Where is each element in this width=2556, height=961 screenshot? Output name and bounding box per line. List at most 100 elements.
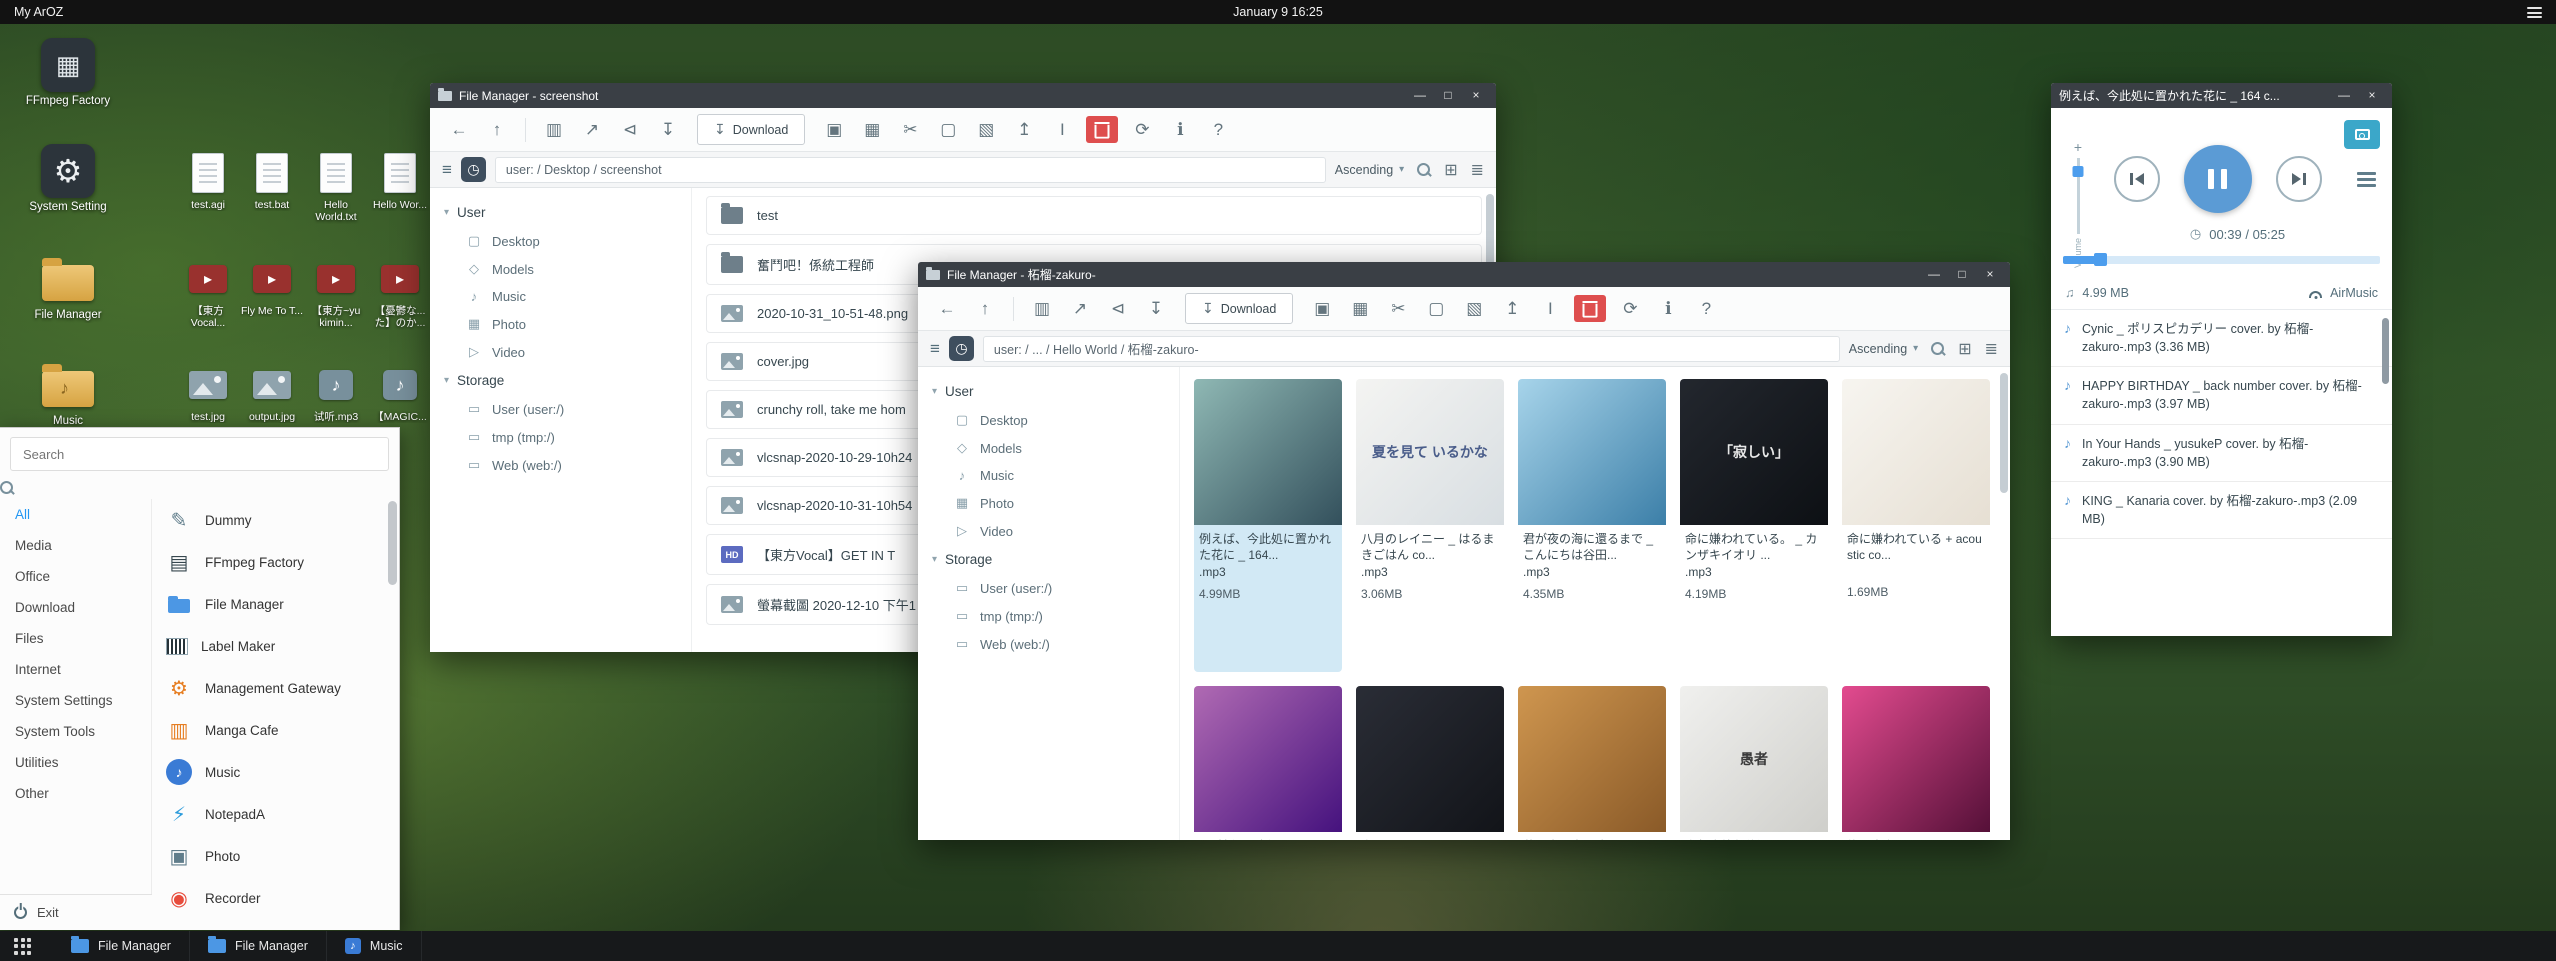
list-view-icon[interactable]: ≣ (1471, 160, 1484, 180)
volume-slider[interactable]: + Volume (2063, 140, 2093, 268)
startmenu-category[interactable]: System Tools (0, 716, 151, 747)
minimize-button[interactable]: — (1408, 83, 1432, 108)
startmenu-scrollbar[interactable] (388, 501, 397, 585)
upload-button[interactable]: ↥ (1495, 294, 1529, 324)
grid-file-tile[interactable]: 薄ら氷心中 _ 春とス... (1518, 686, 1666, 840)
taskbar-task[interactable]: Music (327, 931, 422, 961)
grid-file-tile[interactable]: 夏を見て いるかな 八月のレイニー _ はるまきごはん co... .mp3 3… (1356, 379, 1504, 672)
new-file-button[interactable]: ▢ (1419, 294, 1453, 324)
file-row[interactable]: test (706, 196, 1482, 235)
playlist-item[interactable]: In Your Hands _ yusukeP cover. by 柘榴-zak… (2051, 425, 2392, 482)
history-button[interactable]: ◷ (949, 336, 974, 361)
sort-dropdown[interactable]: Ascending ▾ (1335, 163, 1404, 177)
desktop-file-icon[interactable]: test.bat (240, 150, 304, 240)
new-file-button[interactable]: ▢ (931, 115, 965, 145)
sidebar-item[interactable]: ▢ Desktop (430, 227, 691, 255)
path-input[interactable]: user: / Desktop / screenshot (495, 157, 1326, 183)
help-button[interactable]: ? (1201, 115, 1235, 145)
startmenu-app-item[interactable]: Label Maker (152, 625, 399, 667)
sidebar-item[interactable]: ◇ Models (918, 434, 1179, 462)
exit-button[interactable]: Exit (0, 894, 152, 930)
grid-view-icon[interactable]: ⊞ (1444, 160, 1457, 180)
startmenu-category[interactable]: Files (0, 623, 151, 654)
paste-button[interactable]: ▦ (1343, 294, 1377, 324)
new-folder-button[interactable]: ▧ (969, 115, 1003, 145)
back-button[interactable]: ← (930, 294, 964, 324)
cut-button[interactable]: ✂ (893, 115, 927, 145)
sidebar-section-user[interactable]: ▾ User (430, 198, 691, 227)
up-button[interactable]: ↑ (480, 115, 514, 145)
download-zip-button[interactable]: ↧ (651, 115, 685, 145)
startmenu-category[interactable]: Office (0, 561, 151, 592)
startmenu-app-item[interactable]: ⚙ Management Gateway (152, 667, 399, 709)
share-button[interactable]: ⊲ (613, 115, 647, 145)
search-input[interactable] (10, 437, 389, 471)
trash-button[interactable] (1574, 295, 1606, 322)
sidebar-section-storage[interactable]: ▾ Storage (430, 366, 691, 395)
startmenu-app-item[interactable]: ▤ FFmpeg Factory (152, 541, 399, 583)
rename-button[interactable]: I (1533, 294, 1567, 324)
grid-file-tile[interactable]: 裏 _ HamP cover... (1356, 686, 1504, 840)
taskbar-task[interactable]: File Manager (53, 931, 190, 961)
properties-button[interactable]: ℹ (1651, 294, 1685, 324)
volume-knob[interactable] (2073, 166, 2084, 177)
next-track-button[interactable] (2276, 156, 2322, 202)
sidebar-item[interactable]: ◇ Models (430, 255, 691, 283)
playlist-item[interactable]: KING _ Kanaria cover. by 柘榴-zakuro-.mp3 … (2051, 482, 2392, 539)
desktop-file-icon[interactable]: test.agi (176, 150, 240, 240)
system-menu-icon[interactable] (2527, 7, 2542, 18)
startmenu-app-item[interactable]: ◉ Recorder (152, 877, 399, 919)
startmenu-app-item[interactable]: ⚡ NotepadA (152, 793, 399, 835)
refresh-button[interactable]: ⟳ (1125, 115, 1159, 145)
startmenu-category[interactable]: Utilities (0, 747, 151, 778)
volume-track[interactable] (2077, 158, 2080, 234)
startmenu-category[interactable]: Internet (0, 654, 151, 685)
cast-button[interactable] (2344, 120, 2380, 149)
playlist-item[interactable]: HAPPY BIRTHDAY _ back number cover. by 柘… (2051, 367, 2392, 424)
sidebar-item[interactable]: ▷ Video (918, 517, 1179, 545)
sidebar-item[interactable]: ▢ Desktop (918, 406, 1179, 434)
cut-button[interactable]: ✂ (1381, 294, 1415, 324)
download-zip-button[interactable]: ↧ (1139, 294, 1173, 324)
sidebar-storage-item[interactable]: ▭ User (user:/) (918, 574, 1179, 602)
output-selector[interactable]: AirMusic (2309, 286, 2378, 300)
help-button[interactable]: ? (1689, 294, 1723, 324)
up-button[interactable]: ↑ (968, 294, 1002, 324)
sidebar-storage-item[interactable]: ▭ User (user:/) (430, 395, 691, 423)
sidebar-section-storage[interactable]: ▾ Storage (918, 545, 1179, 574)
copy-button[interactable]: ▣ (817, 115, 851, 145)
grid-file-tile[interactable]: 愚者 忘却麼催化偏浬隅... (1680, 686, 1828, 840)
pause-button[interactable] (2184, 145, 2252, 213)
desktop-file-icon[interactable]: Fly Me To T... (240, 256, 304, 346)
back-button[interactable]: ← (442, 115, 476, 145)
titlebar[interactable]: 例えば、今此処に置かれた花に _ 164 c... — × (2051, 83, 2392, 108)
desktop-icon[interactable]: FFmpeg Factory (10, 38, 126, 128)
grid-file-tile[interactable]: 四季折々に揺きて... (1194, 686, 1342, 840)
minimize-button[interactable]: — (2332, 83, 2356, 108)
grid-file-tile[interactable]: 「寂しい」 命に嫌われている。 _ カンザキイオリ ... .mp3 4.19M… (1680, 379, 1828, 672)
startmenu-app-item[interactable]: ✎ Dummy (152, 499, 399, 541)
open-new-window-button[interactable]: ↗ (1063, 294, 1097, 324)
download-button[interactable]: ↧ Download (1185, 293, 1293, 324)
new-folder-button[interactable]: ▧ (1457, 294, 1491, 324)
sidebar-item[interactable]: ▦ Photo (430, 310, 691, 338)
startmenu-category[interactable]: Download (0, 592, 151, 623)
history-button[interactable]: ◷ (461, 157, 486, 182)
list-view-icon[interactable]: ≣ (1985, 339, 1998, 359)
desktop-icon[interactable]: File Manager (10, 250, 126, 340)
sort-dropdown[interactable]: Ascending ▾ (1849, 342, 1918, 356)
startmenu-app-item[interactable]: ♪ Music (152, 751, 399, 793)
startmenu-category[interactable]: Media (0, 530, 151, 561)
startmenu-category[interactable]: All (0, 499, 151, 530)
startmenu-category[interactable]: Other (0, 778, 151, 809)
desktop-file-icon[interactable]: 【東方Vocal... (176, 256, 240, 346)
sidebar-storage-item[interactable]: ▭ Web (web:/) (430, 451, 691, 479)
path-input[interactable]: user: / ... / Hello World / 柘榴-zakuro- (983, 336, 1840, 362)
volume-plus-icon[interactable]: + (2074, 140, 2082, 154)
desktop-file-icon[interactable]: Hello World.txt (304, 150, 368, 240)
sidebar-item[interactable]: ♪ Music (430, 283, 691, 310)
startmenu-app-item[interactable]: ▥ Manga Cafe (152, 709, 399, 751)
sidebar-toggle-icon[interactable]: ≡ (930, 339, 940, 359)
sidebar-storage-item[interactable]: ▭ tmp (tmp:/) (918, 602, 1179, 630)
titlebar[interactable]: File Manager - screenshot — □ × (430, 83, 1496, 108)
